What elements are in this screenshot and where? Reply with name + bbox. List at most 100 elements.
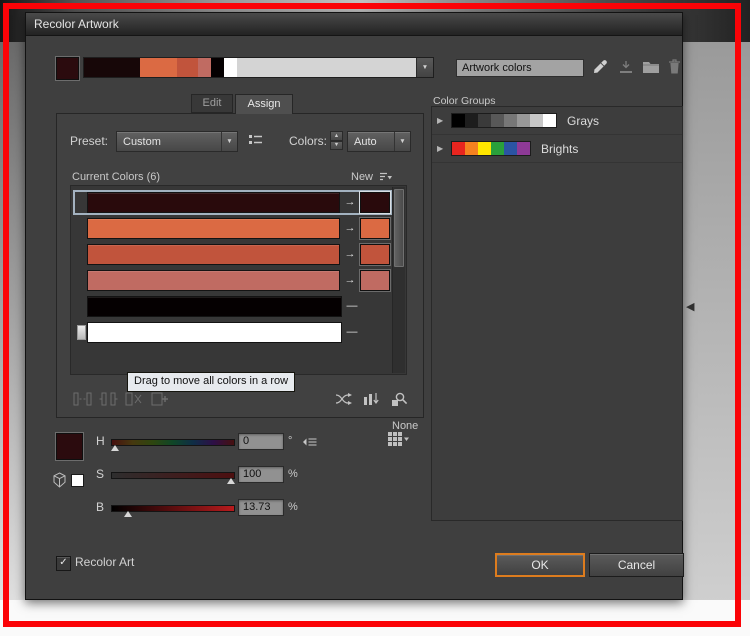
stepper-up-icon[interactable]: ▲ (330, 131, 343, 141)
tab-assign[interactable]: Assign (235, 94, 293, 114)
color-bar-segment (84, 58, 140, 77)
colors-label: Colors: (289, 134, 327, 148)
current-color-row[interactable]: → (75, 244, 390, 265)
trash-icon[interactable] (668, 59, 681, 74)
current-color-bar[interactable] (87, 296, 342, 317)
new-row-icon[interactable] (151, 392, 169, 406)
brightness-value-field[interactable]: 13.73 (238, 499, 284, 516)
merge-colors-icon[interactable] (73, 392, 92, 406)
scrollbar[interactable] (392, 187, 405, 373)
color-bar-segment (198, 58, 211, 77)
recolor-art-checkbox[interactable]: ✓ (56, 556, 71, 571)
new-color-swatch[interactable] (360, 192, 390, 213)
brightness-slider-thumb[interactable] (124, 511, 132, 517)
randomize-color-order-icon[interactable] (335, 392, 353, 406)
saturation-slider-track[interactable] (111, 472, 235, 479)
color-groups-list: ▶Grays▶Brights (431, 106, 683, 521)
exclude-colors-icon[interactable] (125, 392, 143, 406)
group-name-field[interactable]: Artwork colors (456, 59, 584, 77)
group-swatch (504, 142, 517, 155)
group-swatch (478, 114, 491, 127)
new-folder-icon[interactable] (642, 61, 660, 74)
preset-dropdown[interactable]: Custom ▼ (116, 131, 238, 152)
dialog-title: Recolor Artwork (34, 17, 119, 31)
group-swatch (491, 114, 504, 127)
base-color-swatch[interactable] (56, 57, 79, 80)
hue-slider-thumb[interactable] (111, 445, 119, 451)
group-swatch (478, 142, 491, 155)
none-color-swatch[interactable] (71, 474, 84, 487)
eyedropper-icon[interactable] (592, 59, 608, 75)
current-color-row[interactable]: → (75, 270, 390, 291)
current-color-row[interactable]: — (75, 322, 390, 343)
current-color-row[interactable]: — (75, 296, 390, 317)
current-color-bar[interactable] (87, 322, 342, 343)
color-group-name: Brights (541, 142, 578, 156)
ok-button[interactable]: OK (495, 553, 585, 577)
stepper-down-icon[interactable]: ▼ (330, 141, 343, 151)
active-color-group-bar[interactable]: ▼ (83, 57, 434, 78)
current-colors-rows: → → → → — — (71, 186, 392, 374)
hue-value-field[interactable]: 0 (238, 433, 284, 450)
collapse-arrow-icon[interactable]: ◀ (686, 300, 694, 313)
hue-unit: ° (288, 435, 292, 447)
current-color-bar[interactable] (87, 218, 340, 239)
color-group-row[interactable]: ▶ Brights (432, 135, 682, 163)
color-group-row[interactable]: ▶Grays (432, 107, 682, 135)
disclosure-triangle-icon[interactable]: ▶ (437, 144, 451, 153)
selected-color-swatch[interactable] (56, 433, 83, 460)
saturation-unit: % (288, 468, 298, 480)
hue-slider-track[interactable] (111, 439, 235, 446)
current-color-row[interactable]: → (75, 218, 390, 239)
color-bar-segment (177, 58, 198, 77)
brightness-slider[interactable] (111, 503, 235, 517)
row-drag-handle-icon[interactable] (77, 325, 86, 340)
tab-edit[interactable]: Edit (191, 94, 233, 113)
save-group-icon[interactable] (618, 60, 634, 75)
cancel-button[interactable]: Cancel (589, 553, 684, 577)
new-color-swatch[interactable] (360, 270, 390, 291)
current-color-row[interactable]: → (75, 192, 390, 213)
group-swatch (517, 114, 530, 127)
sort-options-icon[interactable] (379, 172, 393, 182)
group-swatch (465, 142, 478, 155)
cube-icon[interactable] (52, 472, 67, 488)
preset-value: Custom (117, 136, 221, 148)
brightness-unit: % (288, 501, 298, 513)
saturation-label: S (96, 467, 104, 481)
color-bar-dropdown: ▼ (416, 58, 433, 77)
group-swatch (543, 114, 556, 127)
current-color-bar[interactable] (87, 244, 340, 265)
separate-colors-icon[interactable] (99, 392, 118, 406)
current-color-bar[interactable] (87, 270, 340, 291)
hue-slider[interactable] (111, 437, 235, 451)
group-swatch-strip[interactable] (451, 141, 531, 156)
new-color-swatch[interactable] (360, 218, 390, 239)
slider-mode-menu-icon[interactable] (302, 436, 317, 448)
scrollbar-thumb[interactable] (394, 189, 404, 267)
new-color-swatch[interactable] (360, 244, 390, 265)
group-swatch (465, 114, 478, 127)
preset-label: Preset: (70, 134, 108, 148)
dropdown-arrow-icon[interactable]: ▼ (422, 64, 428, 71)
preset-options-icon[interactable] (248, 134, 263, 146)
current-color-bar[interactable] (87, 192, 340, 213)
maps-to-arrow: → (340, 244, 360, 265)
background-left-band (0, 42, 25, 602)
saturation-slider[interactable] (111, 470, 235, 484)
saturation-value-field[interactable]: 100 (238, 466, 284, 483)
find-color-in-artwork-icon[interactable] (391, 392, 408, 407)
color-bar-segments (84, 58, 416, 77)
colors-count-dropdown[interactable]: Auto ▼ (347, 131, 411, 152)
group-swatch (452, 114, 465, 127)
dropdown-arrow-icon: ▼ (394, 132, 410, 151)
disclosure-triangle-icon[interactable]: ▶ (437, 116, 451, 125)
recolor-art-label: Recolor Art (75, 555, 134, 569)
row-gutter (75, 244, 87, 265)
swatch-library-icon[interactable] (388, 432, 410, 447)
group-swatch-strip[interactable] (451, 113, 557, 128)
randomize-saturation-brightness-icon[interactable] (363, 392, 381, 406)
maps-to-arrow: → (340, 192, 360, 213)
dialog-titlebar[interactable]: Recolor Artwork (26, 13, 682, 36)
saturation-slider-thumb[interactable] (227, 478, 235, 484)
